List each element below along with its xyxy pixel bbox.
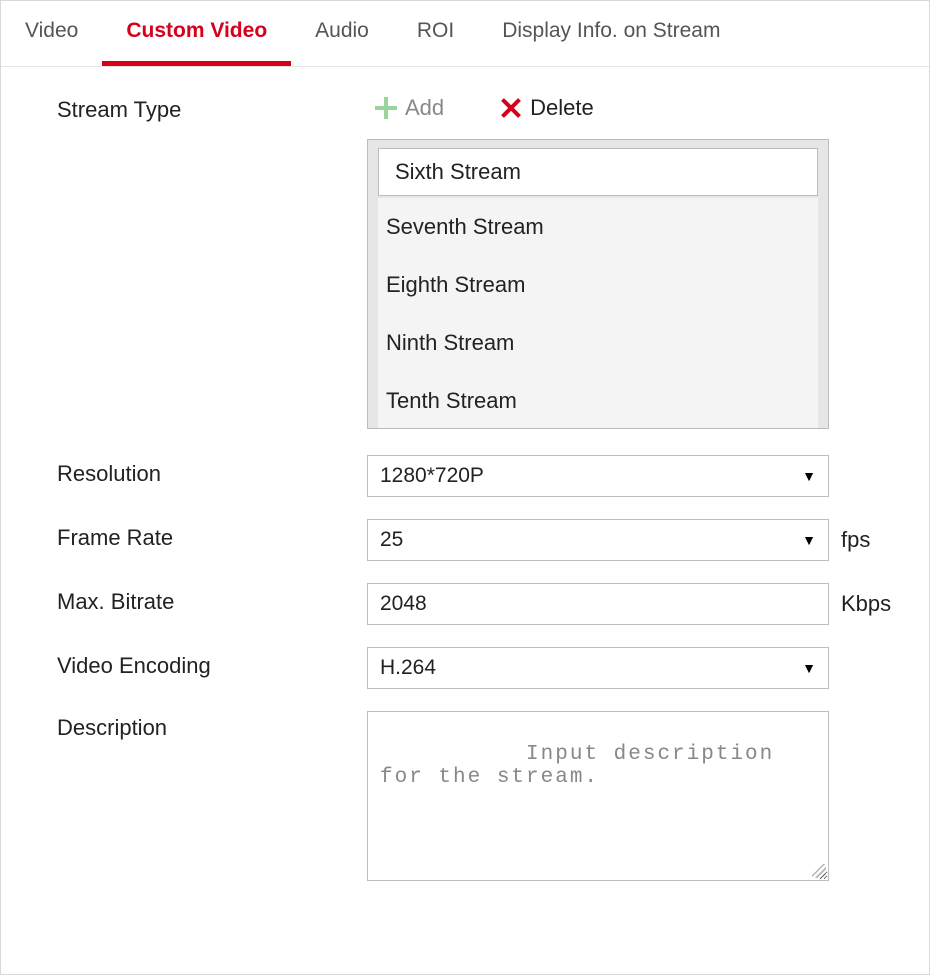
chevron-down-icon: ▼ (802, 468, 816, 484)
stream-list[interactable]: Sixth Stream Seventh Stream Eighth Strea… (367, 139, 829, 429)
label-stream-type: Stream Type (57, 91, 367, 123)
chevron-down-icon: ▼ (802, 532, 816, 548)
frame-rate-select[interactable]: 25 ▼ (367, 519, 829, 561)
video-encoding-value: H.264 (380, 656, 436, 680)
description-placeholder: Input description for the stream. (380, 743, 789, 789)
tab-custom-video[interactable]: Custom Video (102, 1, 291, 66)
stream-selected[interactable]: Sixth Stream (378, 148, 818, 196)
max-bitrate-value: 2048 (380, 592, 427, 616)
row-max-bitrate: Max. Bitrate 2048 Kbps (57, 583, 879, 625)
stream-item[interactable]: Seventh Stream (378, 198, 818, 256)
add-button-label: Add (405, 95, 444, 121)
label-resolution: Resolution (57, 455, 367, 487)
description-textarea[interactable]: Input description for the stream. (367, 711, 829, 881)
max-bitrate-input[interactable]: 2048 (367, 583, 829, 625)
video-encoding-select[interactable]: H.264 ▼ (367, 647, 829, 689)
max-bitrate-unit: Kbps (841, 591, 891, 617)
label-description: Description (57, 711, 367, 741)
label-frame-rate: Frame Rate (57, 519, 367, 551)
tab-audio[interactable]: Audio (291, 1, 393, 66)
settings-panel: Video Custom Video Audio ROI Display Inf… (0, 0, 930, 975)
row-video-encoding: Video Encoding H.264 ▼ (57, 647, 879, 689)
resolution-select[interactable]: 1280*720P ▼ (367, 455, 829, 497)
resize-grip-icon (812, 864, 826, 878)
tab-display-info[interactable]: Display Info. on Stream (478, 1, 744, 66)
add-button[interactable]: Add (367, 91, 452, 125)
row-frame-rate: Frame Rate 25 ▼ fps (57, 519, 879, 561)
tab-roi[interactable]: ROI (393, 1, 478, 66)
resolution-value: 1280*720P (380, 464, 484, 488)
frame-rate-unit: fps (841, 527, 870, 553)
tabs-bar: Video Custom Video Audio ROI Display Inf… (1, 1, 929, 67)
form-body: Stream Type Add Delete Sixth Stream Seve… (1, 67, 929, 903)
tab-video[interactable]: Video (1, 1, 102, 66)
cross-icon (500, 97, 522, 119)
frame-rate-value: 25 (380, 528, 403, 552)
row-stream-type: Stream Type Add Delete (57, 91, 879, 125)
plus-icon (375, 97, 397, 119)
stream-item[interactable]: Ninth Stream (378, 314, 818, 372)
stream-item[interactable]: Tenth Stream (378, 372, 818, 428)
delete-button[interactable]: Delete (492, 91, 602, 125)
stream-item[interactable]: Eighth Stream (378, 256, 818, 314)
label-max-bitrate: Max. Bitrate (57, 583, 367, 615)
chevron-down-icon: ▼ (802, 660, 816, 676)
row-resolution: Resolution 1280*720P ▼ (57, 455, 879, 497)
label-video-encoding: Video Encoding (57, 647, 367, 679)
row-description: Description Input description for the st… (57, 711, 879, 881)
stream-type-actions: Add Delete (367, 91, 879, 125)
delete-button-label: Delete (530, 95, 594, 121)
